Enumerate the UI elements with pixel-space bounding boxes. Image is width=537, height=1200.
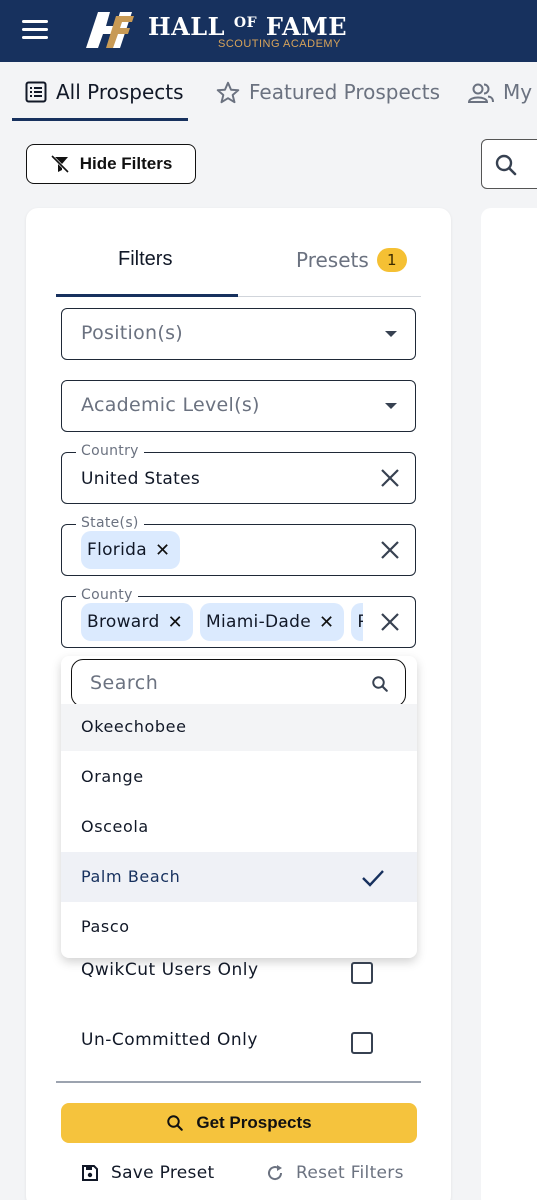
caret-down-icon <box>385 331 397 337</box>
tab-my[interactable]: My <box>467 80 532 120</box>
chip-remove-icon[interactable]: ✕ <box>155 540 170 561</box>
academic-level-select[interactable]: Academic Level(s) <box>61 380 416 432</box>
position-placeholder: Position(s) <box>81 322 184 344</box>
qwikcut-checkbox[interactable] <box>351 962 373 984</box>
chip-county: P <box>351 603 363 641</box>
uncommitted-label: Un-Committed Only <box>81 1030 258 1050</box>
chip-county: Miami-Dade ✕ <box>199 603 345 641</box>
county-search[interactable] <box>71 659 406 707</box>
chip-remove-icon[interactable]: ✕ <box>168 612 183 633</box>
clear-icon[interactable] <box>379 467 401 489</box>
county-chips: Broward ✕ Miami-Dade ✕ P <box>81 603 363 643</box>
hide-filters-label: Hide Filters <box>79 154 173 173</box>
users-icon <box>467 83 494 103</box>
tab-filters[interactable]: Filters <box>118 248 172 271</box>
save-icon <box>82 1165 98 1181</box>
prospect-search[interactable] <box>481 139 537 189</box>
tab-all-prospects[interactable]: All Prospects <box>24 80 184 120</box>
save-preset-button[interactable]: Save Preset <box>81 1163 214 1183</box>
app-title: HALL OF FAME <box>148 12 348 41</box>
filter-panel: Filters Presets 1 Position(s) Academic L… <box>26 208 451 1200</box>
uncommitted-checkbox[interactable] <box>351 1032 373 1054</box>
logo-mark <box>86 12 134 48</box>
country-label: Country <box>76 443 144 459</box>
country-value: United States <box>81 469 201 489</box>
clear-icon[interactable] <box>379 539 401 561</box>
chip-remove-icon[interactable]: ✕ <box>319 612 334 633</box>
search-icon <box>167 1115 184 1131</box>
results-panel <box>481 208 537 1200</box>
app-subtitle: SCOUTING ACADEMY <box>218 38 341 50</box>
caret-down-icon <box>385 403 397 409</box>
chip-county: Broward ✕ <box>81 603 193 641</box>
academic-placeholder: Academic Level(s) <box>81 394 260 416</box>
presets-count-badge: 1 <box>376 248 407 272</box>
county-search-input[interactable] <box>90 670 360 696</box>
refresh-icon <box>268 1165 283 1181</box>
tab-label: All Prospects <box>56 80 184 104</box>
filter-off-icon <box>50 154 69 174</box>
section-divider <box>56 1081 421 1083</box>
state-label: State(s) <box>76 515 144 531</box>
tab-label: Featured Prospects <box>249 80 441 104</box>
county-option[interactable]: Pasco <box>61 902 417 952</box>
search-icon <box>495 154 517 176</box>
tab-featured-prospects[interactable]: Featured Prospects <box>215 80 440 120</box>
list-icon <box>25 81 47 103</box>
get-prospects-button[interactable]: Get Prospects <box>61 1103 417 1143</box>
chip-state: Florida ✕ <box>81 531 181 569</box>
county-option[interactable]: Osceola <box>61 802 417 852</box>
state-chips: Florida ✕ <box>81 531 363 571</box>
qwikcut-label: QwikCut Users Only <box>81 960 259 980</box>
county-option[interactable]: Okeechobee <box>61 704 417 751</box>
county-label: County <box>76 587 138 603</box>
get-prospects-label: Get Prospects <box>196 1113 312 1132</box>
county-field[interactable]: County Broward ✕ Miami-Dade ✕ P <box>61 587 416 648</box>
uncommitted-row: Un-Committed Only <box>81 1030 401 1060</box>
hamburger-icon[interactable] <box>22 20 48 42</box>
county-dropdown: Okeechobee Orange Osceola Palm Beach Pas… <box>61 656 417 958</box>
save-preset-label: Save Preset <box>111 1163 215 1183</box>
county-option[interactable]: Orange <box>61 752 417 802</box>
tab-presets[interactable]: Presets 1 <box>296 248 407 272</box>
active-card-tab-indicator <box>56 294 238 297</box>
search-icon <box>372 676 388 692</box>
hide-filters-button[interactable]: Hide Filters <box>26 144 196 184</box>
county-option-selected[interactable]: Palm Beach <box>61 852 417 902</box>
clear-icon[interactable] <box>379 611 401 633</box>
check-icon <box>362 870 384 887</box>
tab-label: My <box>503 80 533 104</box>
tab-presets-label: Presets <box>296 248 369 272</box>
reset-filters-label: Reset Filters <box>296 1163 404 1183</box>
state-field[interactable]: State(s) Florida ✕ <box>61 515 416 576</box>
active-tab-indicator <box>12 118 188 121</box>
star-icon <box>216 81 240 104</box>
reset-filters-button[interactable]: Reset Filters <box>266 1163 404 1183</box>
app-header: HALL OF FAME SCOUTING ACADEMY <box>0 0 537 62</box>
position-select[interactable]: Position(s) <box>61 308 416 360</box>
main-tabs: All Prospects Featured Prospects My <box>0 62 537 122</box>
country-field[interactable]: Country United States <box>61 443 416 504</box>
qwikcut-row: QwikCut Users Only <box>81 960 401 990</box>
